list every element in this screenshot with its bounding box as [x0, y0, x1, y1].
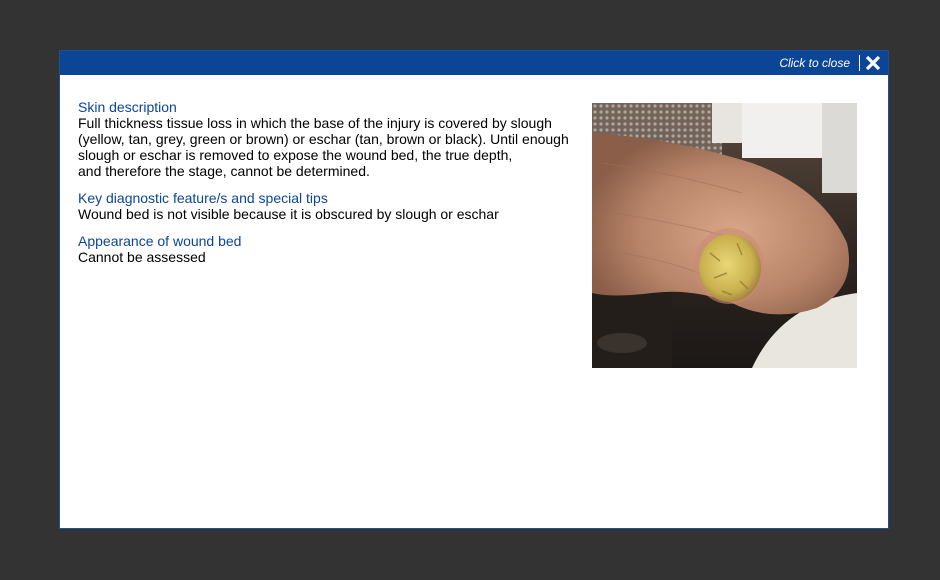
wound-bed-section: Appearance of wound bed Cannot be assess…: [78, 233, 578, 265]
section-title: Key diagnostic feature/s and special tip…: [78, 190, 328, 206]
dialog-header: Click to close: [60, 51, 888, 75]
section-text: Cannot be assessed: [78, 249, 206, 265]
key-features-section: Key diagnostic feature/s and special tip…: [78, 190, 578, 222]
section-text: Full thickness tissue loss in which the …: [78, 115, 569, 179]
header-divider: [859, 55, 860, 71]
section-text: Wound bed is not visible because it is o…: [78, 206, 499, 222]
close-link[interactable]: Click to close: [779, 56, 850, 70]
skin-description-section: Skin description Full thickness tissue l…: [78, 99, 578, 179]
dialog-content: Skin description Full thickness tissue l…: [78, 99, 578, 276]
section-title: Skin description: [78, 99, 177, 115]
wound-photo: [592, 103, 857, 368]
wound-info-dialog: Click to close Skin description Full thi…: [59, 50, 889, 529]
section-title: Appearance of wound bed: [78, 233, 242, 249]
close-icon[interactable]: [864, 54, 882, 72]
